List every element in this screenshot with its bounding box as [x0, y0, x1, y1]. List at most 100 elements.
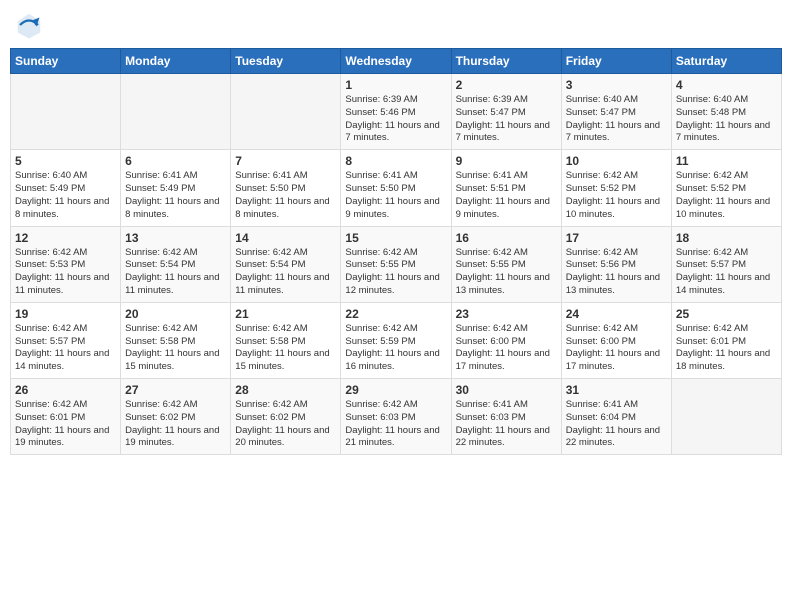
- calendar-week-4: 19 Sunrise: 6:42 AM Sunset: 5:57 PM Dayli…: [11, 302, 782, 378]
- calendar-cell: 21Sunrise: 6:42 AM Sunset: 5:58 PM Dayli…: [231, 302, 341, 378]
- day-number: 15: [345, 231, 446, 245]
- calendar-cell: [11, 74, 121, 150]
- column-header-monday: Monday: [121, 49, 231, 74]
- day-number: 11: [676, 154, 777, 168]
- day-number: 26: [15, 383, 116, 397]
- day-number: 20: [125, 307, 226, 321]
- day-number: 24: [566, 307, 667, 321]
- day-number: 25: [676, 307, 777, 321]
- day-number: 9: [456, 154, 557, 168]
- day-info: Sunrise: 6:41 AM Sunset: 6:03 PM Dayligh…: [456, 399, 557, 450]
- day-number: 13: [125, 231, 226, 245]
- day-info: Sunrise: 6:42 AM Sunset: 5:52 PM Dayligh…: [566, 170, 667, 221]
- column-header-saturday: Saturday: [671, 49, 781, 74]
- day-info: Sunrise: 6:42 AM Sunset: 5:52 PM Dayligh…: [676, 170, 777, 221]
- day-number: 6: [125, 154, 226, 168]
- column-header-thursday: Thursday: [451, 49, 561, 74]
- day-info: Sunrise: 6:41 AM Sunset: 5:51 PM Dayligh…: [456, 170, 557, 221]
- day-number: 7: [235, 154, 336, 168]
- calendar-cell: 1 Sunrise: 6:39 AM Sunset: 5:46 PM Daylig…: [341, 74, 451, 150]
- day-number: 30: [456, 383, 557, 397]
- calendar-cell: 10 Sunrise: 6:42 AM Sunset: 5:52 PM Dayli…: [561, 150, 671, 226]
- page-header: [10, 10, 782, 40]
- day-info: Sunrise: 6:39 AM Sunset: 5:46 PM Dayligh…: [345, 94, 446, 145]
- calendar-cell: 25 Sunrise: 6:42 AM Sunset: 6:01 PM Dayli…: [671, 302, 781, 378]
- calendar-week-2: 5Sunrise: 6:40 AM Sunset: 5:49 PM Daylig…: [11, 150, 782, 226]
- calendar-cell: [231, 74, 341, 150]
- day-number: 2: [456, 78, 557, 92]
- day-number: 27: [125, 383, 226, 397]
- calendar-cell: [671, 379, 781, 455]
- column-header-friday: Friday: [561, 49, 671, 74]
- day-info: Sunrise: 6:42 AM Sunset: 5:56 PM Dayligh…: [566, 247, 667, 298]
- day-info: Sunrise: 6:42 AM Sunset: 6:02 PM Dayligh…: [235, 399, 336, 450]
- calendar-cell: 8 Sunrise: 6:41 AM Sunset: 5:50 PM Daylig…: [341, 150, 451, 226]
- day-number: 12: [15, 231, 116, 245]
- day-number: 5: [15, 154, 116, 168]
- day-number: 14: [235, 231, 336, 245]
- calendar-cell: 6 Sunrise: 6:41 AM Sunset: 5:49 PM Daylig…: [121, 150, 231, 226]
- calendar-cell: 7 Sunrise: 6:41 AM Sunset: 5:50 PM Daylig…: [231, 150, 341, 226]
- calendar-cell: 12Sunrise: 6:42 AM Sunset: 5:53 PM Dayli…: [11, 226, 121, 302]
- day-number: 17: [566, 231, 667, 245]
- day-info: Sunrise: 6:42 AM Sunset: 5:54 PM Dayligh…: [125, 247, 226, 298]
- day-number: 8: [345, 154, 446, 168]
- day-number: 19: [15, 307, 116, 321]
- day-number: 1: [345, 78, 446, 92]
- day-number: 23: [456, 307, 557, 321]
- day-info: Sunrise: 6:42 AM Sunset: 5:59 PM Dayligh…: [345, 323, 446, 374]
- calendar-header-row: SundayMondayTuesdayWednesdayThursdayFrid…: [11, 49, 782, 74]
- calendar-cell: 13 Sunrise: 6:42 AM Sunset: 5:54 PM Dayli…: [121, 226, 231, 302]
- day-info: Sunrise: 6:41 AM Sunset: 5:49 PM Dayligh…: [125, 170, 226, 221]
- calendar-cell: 23 Sunrise: 6:42 AM Sunset: 6:00 PM Dayli…: [451, 302, 561, 378]
- calendar-cell: 20Sunrise: 6:42 AM Sunset: 5:58 PM Dayli…: [121, 302, 231, 378]
- day-info: Sunrise: 6:42 AM Sunset: 6:01 PM Dayligh…: [15, 399, 116, 450]
- logo-icon: [14, 10, 44, 40]
- calendar-cell: 3 Sunrise: 6:40 AM Sunset: 5:47 PM Daylig…: [561, 74, 671, 150]
- calendar-cell: 5Sunrise: 6:40 AM Sunset: 5:49 PM Daylig…: [11, 150, 121, 226]
- calendar-week-1: 1 Sunrise: 6:39 AM Sunset: 5:46 PM Daylig…: [11, 74, 782, 150]
- day-number: 3: [566, 78, 667, 92]
- day-number: 10: [566, 154, 667, 168]
- day-info: Sunrise: 6:42 AM Sunset: 5:57 PM Dayligh…: [676, 247, 777, 298]
- day-number: 22: [345, 307, 446, 321]
- calendar-cell: 9 Sunrise: 6:41 AM Sunset: 5:51 PM Daylig…: [451, 150, 561, 226]
- calendar-cell: 27 Sunrise: 6:42 AM Sunset: 6:02 PM Dayli…: [121, 379, 231, 455]
- day-info: Sunrise: 6:40 AM Sunset: 5:47 PM Dayligh…: [566, 94, 667, 145]
- day-info: Sunrise: 6:41 AM Sunset: 5:50 PM Dayligh…: [345, 170, 446, 221]
- day-info: Sunrise: 6:40 AM Sunset: 5:48 PM Dayligh…: [676, 94, 777, 145]
- calendar-cell: 18 Sunrise: 6:42 AM Sunset: 5:57 PM Dayli…: [671, 226, 781, 302]
- day-info: Sunrise: 6:41 AM Sunset: 6:04 PM Dayligh…: [566, 399, 667, 450]
- day-info: Sunrise: 6:42 AM Sunset: 5:54 PM Dayligh…: [235, 247, 336, 298]
- day-number: 4: [676, 78, 777, 92]
- calendar-cell: [121, 74, 231, 150]
- day-info: Sunrise: 6:42 AM Sunset: 6:03 PM Dayligh…: [345, 399, 446, 450]
- day-info: Sunrise: 6:42 AM Sunset: 6:00 PM Dayligh…: [566, 323, 667, 374]
- calendar-cell: 31Sunrise: 6:41 AM Sunset: 6:04 PM Dayli…: [561, 379, 671, 455]
- day-info: Sunrise: 6:42 AM Sunset: 6:00 PM Dayligh…: [456, 323, 557, 374]
- calendar-cell: 2 Sunrise: 6:39 AM Sunset: 5:47 PM Daylig…: [451, 74, 561, 150]
- calendar-cell: 17 Sunrise: 6:42 AM Sunset: 5:56 PM Dayli…: [561, 226, 671, 302]
- day-number: 16: [456, 231, 557, 245]
- column-header-sunday: Sunday: [11, 49, 121, 74]
- day-number: 28: [235, 383, 336, 397]
- calendar-cell: 28 Sunrise: 6:42 AM Sunset: 6:02 PM Dayli…: [231, 379, 341, 455]
- day-info: Sunrise: 6:41 AM Sunset: 5:50 PM Dayligh…: [235, 170, 336, 221]
- day-number: 29: [345, 383, 446, 397]
- day-info: Sunrise: 6:42 AM Sunset: 5:55 PM Dayligh…: [456, 247, 557, 298]
- day-info: Sunrise: 6:42 AM Sunset: 6:02 PM Dayligh…: [125, 399, 226, 450]
- day-info: Sunrise: 6:42 AM Sunset: 5:58 PM Dayligh…: [235, 323, 336, 374]
- calendar-week-3: 12Sunrise: 6:42 AM Sunset: 5:53 PM Dayli…: [11, 226, 782, 302]
- calendar-cell: 29 Sunrise: 6:42 AM Sunset: 6:03 PM Dayli…: [341, 379, 451, 455]
- calendar-cell: 15Sunrise: 6:42 AM Sunset: 5:55 PM Dayli…: [341, 226, 451, 302]
- day-info: Sunrise: 6:42 AM Sunset: 6:01 PM Dayligh…: [676, 323, 777, 374]
- day-number: 18: [676, 231, 777, 245]
- calendar-cell: 22 Sunrise: 6:42 AM Sunset: 5:59 PM Dayli…: [341, 302, 451, 378]
- logo: [14, 10, 48, 40]
- day-info: Sunrise: 6:42 AM Sunset: 5:57 PM Dayligh…: [15, 323, 116, 374]
- calendar-cell: 26 Sunrise: 6:42 AM Sunset: 6:01 PM Dayli…: [11, 379, 121, 455]
- calendar-cell: 4 Sunrise: 6:40 AM Sunset: 5:48 PM Daylig…: [671, 74, 781, 150]
- calendar-cell: 14 Sunrise: 6:42 AM Sunset: 5:54 PM Dayli…: [231, 226, 341, 302]
- calendar-cell: 24 Sunrise: 6:42 AM Sunset: 6:00 PM Dayli…: [561, 302, 671, 378]
- day-info: Sunrise: 6:39 AM Sunset: 5:47 PM Dayligh…: [456, 94, 557, 145]
